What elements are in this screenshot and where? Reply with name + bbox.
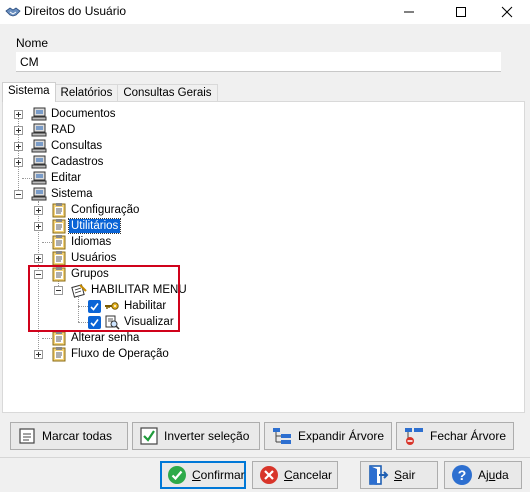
- ajuda-label-rest: da: [495, 468, 509, 482]
- ajuda-label: Ajuda: [478, 468, 509, 482]
- title-bar: Direitos do Usuário: [0, 0, 530, 24]
- tree-node-label: RAD: [51, 124, 76, 136]
- close-button[interactable]: [484, 0, 530, 24]
- tree-node-label: Consultas: [51, 140, 103, 152]
- tree-node-label: Sistema: [51, 188, 93, 200]
- tree-node-utilitarios[interactable]: Utilitários: [51, 218, 122, 234]
- expand-icon[interactable]: [34, 222, 43, 231]
- confirmar-label: Confirmar: [192, 468, 245, 482]
- svg-text:?: ?: [458, 467, 467, 483]
- tree-node-documentos[interactable]: Documentos: [31, 106, 118, 122]
- exit-door-icon: [369, 465, 389, 485]
- minimize-button[interactable]: [386, 0, 432, 24]
- cancelar-label: Cancelar: [284, 468, 332, 482]
- clipboard-icon: [52, 235, 66, 250]
- cancelar-mnemonic: C: [284, 468, 293, 482]
- clipboard-icon: [52, 251, 66, 266]
- clipboard-icon: [52, 203, 66, 218]
- tab-strip: Sistema Relatórios Consultas Gerais: [2, 82, 218, 102]
- nome-field[interactable]: [16, 52, 501, 72]
- inverter-selecao-button[interactable]: Inverter seleção: [132, 422, 260, 450]
- tree-node-label: Idiomas: [71, 236, 112, 248]
- inverter-selecao-label: Inverter seleção: [164, 429, 250, 443]
- maximize-icon: [456, 7, 466, 17]
- handshake-icon: [5, 7, 21, 17]
- maximize-button[interactable]: [438, 0, 484, 24]
- tree-node-cadastros[interactable]: Cadastros: [31, 154, 105, 170]
- computer-icon: [31, 155, 47, 169]
- checkbox-list-icon: [19, 428, 35, 444]
- sair-button[interactable]: Sair: [360, 461, 438, 489]
- collapse-icon[interactable]: [14, 190, 23, 199]
- expand-icon[interactable]: [14, 158, 23, 167]
- tab-sistema[interactable]: Sistema: [2, 82, 56, 102]
- expand-icon[interactable]: [34, 350, 43, 359]
- marcar-todas-button[interactable]: Marcar todas: [10, 422, 128, 450]
- expand-icon[interactable]: [14, 142, 23, 151]
- computer-icon: [31, 139, 47, 153]
- window-title: Direitos do Usuário: [24, 4, 127, 18]
- sair-mnemonic: S: [394, 468, 403, 482]
- computer-icon: [31, 107, 47, 121]
- ajuda-button[interactable]: ? Ajuda: [444, 461, 522, 489]
- divider: [0, 457, 530, 458]
- tree-node-rad[interactable]: RAD: [31, 122, 77, 138]
- tab-consultas-gerais[interactable]: Consultas Gerais: [117, 84, 218, 102]
- cancelar-label-rest: ancelar: [292, 468, 333, 482]
- tab-relatorios[interactable]: Relatórios: [54, 84, 119, 102]
- tree-node-label: Utilitários: [67, 218, 122, 234]
- expand-tree-icon: [273, 428, 291, 444]
- tree-node-usuarios[interactable]: Usuários: [51, 250, 118, 266]
- tree-node-label: Documentos: [51, 108, 116, 120]
- minimize-icon: [404, 11, 414, 13]
- confirmar-button[interactable]: Confirmar: [160, 461, 246, 489]
- clipboard-icon: [52, 219, 66, 234]
- expand-icon[interactable]: [14, 110, 23, 119]
- computer-icon: [31, 187, 47, 201]
- clipboard-icon: [52, 347, 66, 362]
- tree-node-editar[interactable]: Editar: [31, 170, 83, 186]
- collapse-tree-icon: [405, 428, 423, 445]
- tree-node-label: Editar: [51, 172, 82, 184]
- cancelar-button[interactable]: Cancelar: [252, 461, 338, 489]
- expandir-arvore-label: Expandir Árvore: [298, 429, 385, 443]
- expand-icon[interactable]: [34, 206, 43, 215]
- tree-node-fluxo-operacao[interactable]: Fluxo de Operação: [51, 346, 171, 362]
- clipboard-icon: [52, 331, 66, 346]
- tree-node-label: Alterar senha: [71, 332, 140, 344]
- highlight-box: [28, 265, 180, 332]
- expandir-arvore-button[interactable]: Expandir Árvore: [264, 422, 392, 450]
- sair-label-rest: air: [402, 468, 416, 482]
- ajuda-label-start: Aj: [478, 468, 489, 482]
- tree-node-label: Configuração: [71, 204, 140, 216]
- tree-node-configuracao[interactable]: Configuração: [51, 202, 141, 218]
- computer-icon: [31, 171, 47, 185]
- tree-node-sistema[interactable]: Sistema: [31, 186, 95, 202]
- tree-node-alterar-senha[interactable]: Alterar senha: [51, 330, 141, 346]
- expand-icon[interactable]: [34, 254, 43, 263]
- tree-node-idiomas[interactable]: Idiomas: [51, 234, 113, 250]
- computer-icon: [31, 123, 47, 137]
- marcar-todas-label: Marcar todas: [42, 429, 113, 443]
- tree-node-consultas[interactable]: Consultas: [31, 138, 104, 154]
- confirmar-mnemonic: C: [192, 468, 201, 482]
- tree-node-label: Cadastros: [51, 156, 104, 168]
- close-icon: [501, 6, 513, 18]
- fechar-arvore-label: Fechar Árvore: [430, 429, 507, 443]
- sair-label: Sair: [394, 468, 415, 482]
- confirm-check-icon: [168, 466, 186, 484]
- tree-node-label: Usuários: [71, 252, 117, 264]
- nome-label: Nome: [16, 36, 49, 50]
- confirmar-label-rest: onfirmar: [200, 468, 245, 482]
- tree-node-label: Fluxo de Operação: [71, 348, 169, 360]
- fechar-arvore-button[interactable]: Fechar Árvore: [396, 422, 514, 450]
- help-icon: ?: [452, 465, 472, 485]
- cancel-x-icon: [260, 466, 278, 484]
- check-icon: [140, 427, 158, 445]
- expand-icon[interactable]: [14, 126, 23, 135]
